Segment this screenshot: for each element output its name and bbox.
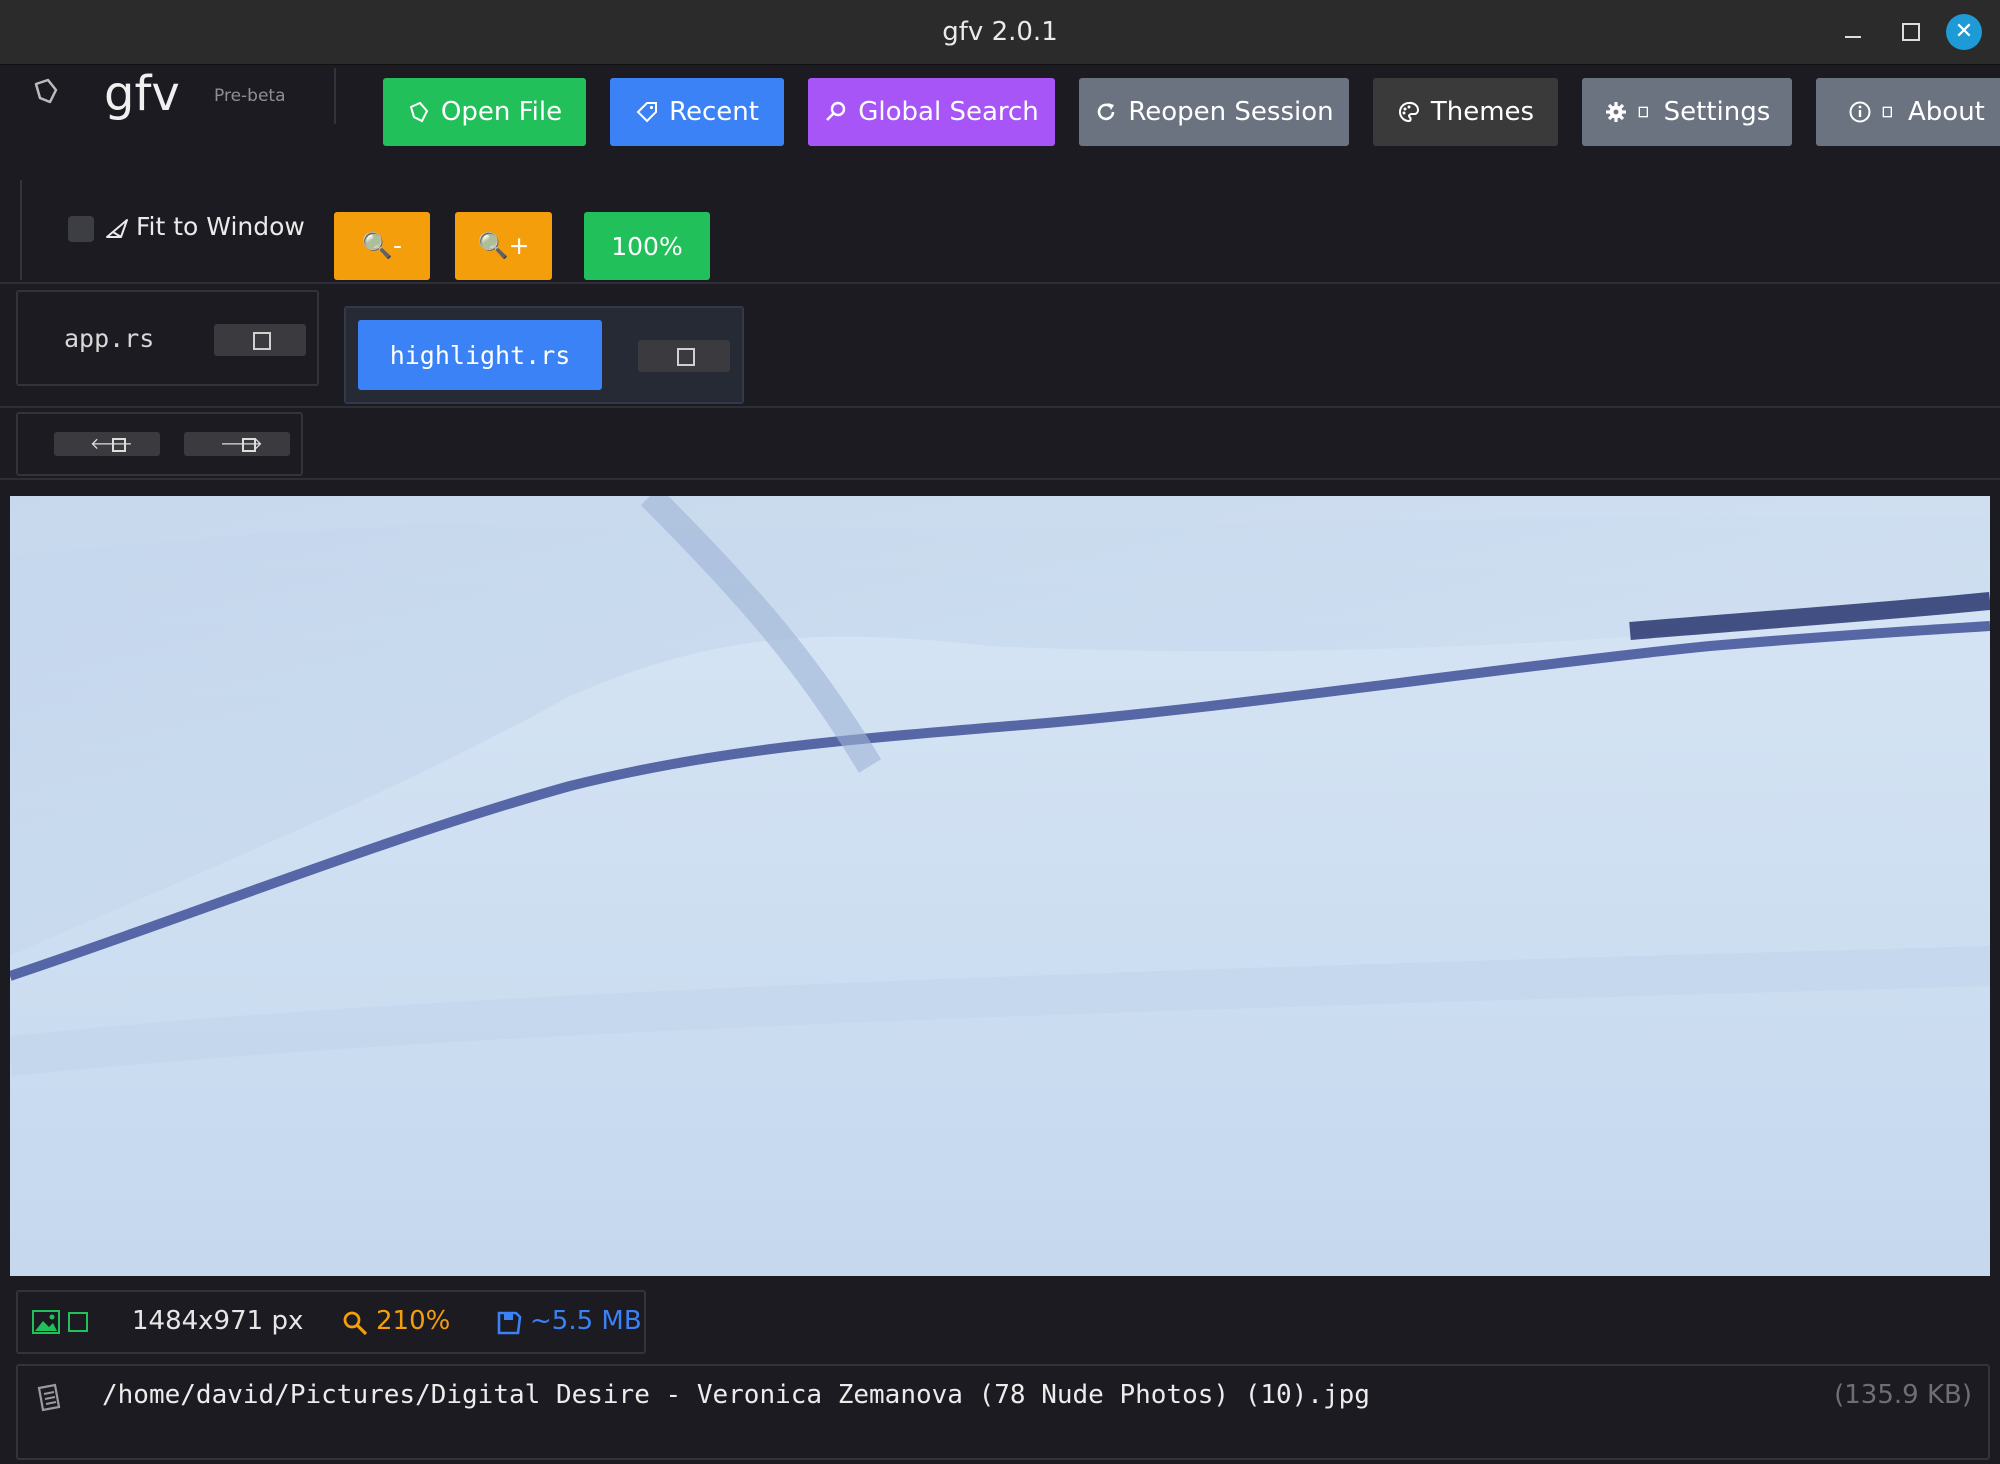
recent-label: Recent	[669, 97, 759, 127]
zoom-reset-button[interactable]: 100%	[584, 212, 710, 280]
open-file-button[interactable]: Open File	[383, 78, 586, 146]
zoom-level: 210%	[376, 1306, 451, 1336]
reopen-session-label: Reopen Session	[1128, 97, 1334, 127]
settings-button[interactable]: Settings	[1582, 78, 1792, 146]
image-viewport[interactable]	[10, 496, 1990, 1276]
recent-button[interactable]: Recent	[610, 78, 784, 146]
maximize-button[interactable]	[1892, 14, 1928, 50]
global-search-label: Global Search	[858, 97, 1039, 127]
previous-image-button[interactable]: 🡐	[54, 432, 160, 456]
tab-highlight-rs[interactable]: highlight.rs	[344, 306, 744, 404]
themes-button[interactable]: Themes	[1373, 78, 1558, 146]
search-icon	[343, 1311, 368, 1336]
zoom-in-button[interactable]: 🔍+	[455, 212, 552, 280]
expand-icon	[106, 219, 128, 238]
settings-label: Settings	[1663, 97, 1771, 127]
reopen-session-button[interactable]: Reopen Session	[1079, 78, 1349, 146]
info-icon	[1849, 101, 1871, 123]
missing-glyph-icon	[112, 438, 126, 452]
fit-to-window-label[interactable]: Fit to Window	[136, 212, 305, 241]
tab-label[interactable]: highlight.rs	[358, 320, 602, 390]
toolbar-separator	[0, 282, 2000, 284]
toolbar-divider	[334, 68, 336, 124]
file-path-bar: /home/david/Pictures/Digital Desire - Ve…	[16, 1364, 1990, 1460]
tab-app-rs[interactable]: app.rs	[16, 290, 319, 386]
fit-to-window-checkbox[interactable]	[68, 216, 94, 242]
open-file-label: Open File	[440, 97, 563, 127]
hand-icon	[34, 78, 58, 104]
missing-glyph-icon	[1638, 106, 1648, 118]
about-label: About	[1908, 97, 1985, 127]
save-icon	[497, 1311, 522, 1335]
missing-glyph-icon	[242, 438, 256, 452]
missing-glyph-icon	[1882, 106, 1892, 118]
tab-label: app.rs	[64, 324, 155, 353]
clipboard-icon[interactable]	[34, 1382, 62, 1412]
global-search-button[interactable]: Global Search	[808, 78, 1055, 146]
next-image-button[interactable]: 🡒	[184, 432, 290, 456]
app-name: gfv	[104, 66, 180, 122]
file-size: (135.9 KB)	[1834, 1380, 1972, 1410]
palette-icon	[1398, 101, 1419, 123]
minimize-button[interactable]	[1836, 14, 1872, 50]
search-icon	[826, 101, 846, 121]
gear-icon	[1605, 102, 1626, 122]
about-button[interactable]: About	[1816, 78, 2000, 146]
themes-label: Themes	[1430, 97, 1535, 127]
image-nav: 🡐 🡒	[16, 412, 303, 476]
view-divider	[20, 180, 22, 280]
memory-usage: ~5.5 MB	[530, 1306, 642, 1336]
image-dimensions: 1484x971 px	[132, 1306, 304, 1336]
close-button[interactable]: ✕	[1946, 14, 1982, 50]
nav-separator	[0, 478, 2000, 480]
status-bar: 1484x971 px 210% ~5.5 MB	[16, 1290, 646, 1354]
refresh-icon	[1098, 103, 1115, 121]
tag-icon	[636, 102, 658, 123]
title-bar: gfv 2.0.1 ✕	[0, 0, 2000, 65]
missing-glyph-icon	[68, 1312, 88, 1332]
version-badge: Pre-beta	[214, 86, 286, 106]
image-canvas	[10, 496, 1990, 1276]
tab-close-button[interactable]	[214, 324, 306, 356]
hand-icon	[409, 101, 429, 123]
window-title: gfv 2.0.1	[942, 17, 1058, 47]
image-icon	[32, 1310, 60, 1334]
tabs-separator	[0, 406, 2000, 408]
zoom-out-button[interactable]: 🔍-	[334, 212, 430, 280]
tab-close-button[interactable]	[638, 340, 730, 372]
file-path: /home/david/Pictures/Digital Desire - Ve…	[102, 1380, 1370, 1410]
